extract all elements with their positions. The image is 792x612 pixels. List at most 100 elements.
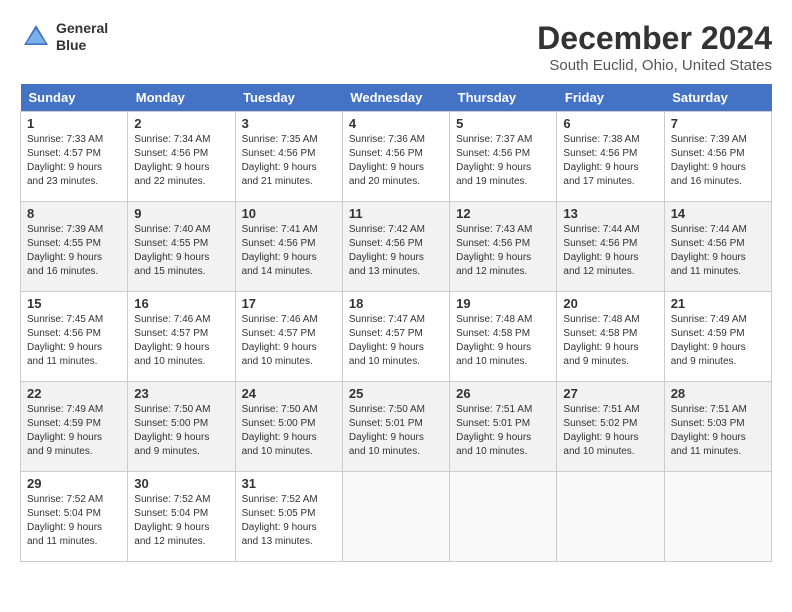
day-info: Sunrise: 7:52 AMSunset: 5:04 PMDaylight:… — [134, 494, 210, 547]
calendar-week-5: 29 Sunrise: 7:52 AMSunset: 5:04 PMDaylig… — [21, 472, 772, 562]
day-info: Sunrise: 7:33 AMSunset: 4:57 PMDaylight:… — [27, 134, 103, 187]
day-number: 20 — [563, 296, 657, 311]
calendar-cell: 8 Sunrise: 7:39 AMSunset: 4:55 PMDayligh… — [21, 202, 128, 292]
calendar-week-3: 15 Sunrise: 7:45 AMSunset: 4:56 PMDaylig… — [21, 292, 772, 382]
day-number: 22 — [27, 386, 121, 401]
calendar-cell — [664, 472, 771, 562]
calendar-cell: 21 Sunrise: 7:49 AMSunset: 4:59 PMDaylig… — [664, 292, 771, 382]
day-info: Sunrise: 7:52 AMSunset: 5:05 PMDaylight:… — [242, 494, 318, 547]
calendar-cell: 17 Sunrise: 7:46 AMSunset: 4:57 PMDaylig… — [235, 292, 342, 382]
day-number: 26 — [456, 386, 550, 401]
logo-text: General Blue — [56, 20, 108, 54]
calendar-cell: 10 Sunrise: 7:41 AMSunset: 4:56 PMDaylig… — [235, 202, 342, 292]
day-info: Sunrise: 7:49 AMSunset: 4:59 PMDaylight:… — [671, 314, 747, 367]
calendar-cell: 7 Sunrise: 7:39 AMSunset: 4:56 PMDayligh… — [664, 112, 771, 202]
day-info: Sunrise: 7:48 AMSunset: 4:58 PMDaylight:… — [456, 314, 532, 367]
day-info: Sunrise: 7:50 AMSunset: 5:00 PMDaylight:… — [242, 404, 318, 457]
header-thursday: Thursday — [450, 84, 557, 112]
calendar-cell: 14 Sunrise: 7:44 AMSunset: 4:56 PMDaylig… — [664, 202, 771, 292]
calendar-cell: 15 Sunrise: 7:45 AMSunset: 4:56 PMDaylig… — [21, 292, 128, 382]
header-monday: Monday — [128, 84, 235, 112]
day-number: 10 — [242, 206, 336, 221]
logo-icon — [20, 21, 52, 53]
calendar-cell: 19 Sunrise: 7:48 AMSunset: 4:58 PMDaylig… — [450, 292, 557, 382]
day-number: 30 — [134, 476, 228, 491]
day-info: Sunrise: 7:50 AMSunset: 5:00 PMDaylight:… — [134, 404, 210, 457]
day-info: Sunrise: 7:39 AMSunset: 4:55 PMDaylight:… — [27, 224, 103, 277]
day-info: Sunrise: 7:50 AMSunset: 5:01 PMDaylight:… — [349, 404, 425, 457]
day-number: 8 — [27, 206, 121, 221]
calendar-cell: 23 Sunrise: 7:50 AMSunset: 5:00 PMDaylig… — [128, 382, 235, 472]
title-section: December 2024 South Euclid, Ohio, United… — [537, 20, 772, 74]
day-info: Sunrise: 7:43 AMSunset: 4:56 PMDaylight:… — [456, 224, 532, 277]
day-info: Sunrise: 7:46 AMSunset: 4:57 PMDaylight:… — [134, 314, 210, 367]
calendar-cell: 26 Sunrise: 7:51 AMSunset: 5:01 PMDaylig… — [450, 382, 557, 472]
day-info: Sunrise: 7:46 AMSunset: 4:57 PMDaylight:… — [242, 314, 318, 367]
calendar-cell: 1 Sunrise: 7:33 AMSunset: 4:57 PMDayligh… — [21, 112, 128, 202]
day-number: 5 — [456, 116, 550, 131]
logo: General Blue — [20, 20, 108, 54]
calendar-cell: 31 Sunrise: 7:52 AMSunset: 5:05 PMDaylig… — [235, 472, 342, 562]
day-number: 31 — [242, 476, 336, 491]
calendar-cell: 20 Sunrise: 7:48 AMSunset: 4:58 PMDaylig… — [557, 292, 664, 382]
day-number: 28 — [671, 386, 765, 401]
calendar-cell: 11 Sunrise: 7:42 AMSunset: 4:56 PMDaylig… — [342, 202, 449, 292]
header-tuesday: Tuesday — [235, 84, 342, 112]
header-sunday: Sunday — [21, 84, 128, 112]
day-info: Sunrise: 7:36 AMSunset: 4:56 PMDaylight:… — [349, 134, 425, 187]
calendar-cell: 18 Sunrise: 7:47 AMSunset: 4:57 PMDaylig… — [342, 292, 449, 382]
day-info: Sunrise: 7:39 AMSunset: 4:56 PMDaylight:… — [671, 134, 747, 187]
day-number: 17 — [242, 296, 336, 311]
calendar-cell: 13 Sunrise: 7:44 AMSunset: 4:56 PMDaylig… — [557, 202, 664, 292]
calendar-subtitle: South Euclid, Ohio, United States — [537, 57, 772, 74]
day-info: Sunrise: 7:51 AMSunset: 5:01 PMDaylight:… — [456, 404, 532, 457]
day-number: 9 — [134, 206, 228, 221]
day-number: 16 — [134, 296, 228, 311]
calendar-title: December 2024 — [537, 20, 772, 57]
calendar-cell: 2 Sunrise: 7:34 AMSunset: 4:56 PMDayligh… — [128, 112, 235, 202]
calendar-cell: 29 Sunrise: 7:52 AMSunset: 5:04 PMDaylig… — [21, 472, 128, 562]
day-info: Sunrise: 7:38 AMSunset: 4:56 PMDaylight:… — [563, 134, 639, 187]
day-number: 2 — [134, 116, 228, 131]
header: General Blue December 2024 South Euclid,… — [20, 20, 772, 74]
day-info: Sunrise: 7:44 AMSunset: 4:56 PMDaylight:… — [671, 224, 747, 277]
calendar-cell: 25 Sunrise: 7:50 AMSunset: 5:01 PMDaylig… — [342, 382, 449, 472]
day-number: 18 — [349, 296, 443, 311]
day-info: Sunrise: 7:49 AMSunset: 4:59 PMDaylight:… — [27, 404, 103, 457]
day-info: Sunrise: 7:35 AMSunset: 4:56 PMDaylight:… — [242, 134, 318, 187]
calendar-cell: 12 Sunrise: 7:43 AMSunset: 4:56 PMDaylig… — [450, 202, 557, 292]
day-info: Sunrise: 7:42 AMSunset: 4:56 PMDaylight:… — [349, 224, 425, 277]
header-friday: Friday — [557, 84, 664, 112]
day-number: 15 — [27, 296, 121, 311]
calendar-table: Sunday Monday Tuesday Wednesday Thursday… — [20, 84, 772, 562]
day-number: 11 — [349, 206, 443, 221]
calendar-cell: 22 Sunrise: 7:49 AMSunset: 4:59 PMDaylig… — [21, 382, 128, 472]
day-number: 12 — [456, 206, 550, 221]
calendar-cell: 5 Sunrise: 7:37 AMSunset: 4:56 PMDayligh… — [450, 112, 557, 202]
day-number: 24 — [242, 386, 336, 401]
day-number: 27 — [563, 386, 657, 401]
header-wednesday: Wednesday — [342, 84, 449, 112]
calendar-cell — [450, 472, 557, 562]
calendar-cell: 16 Sunrise: 7:46 AMSunset: 4:57 PMDaylig… — [128, 292, 235, 382]
day-number: 13 — [563, 206, 657, 221]
day-number: 23 — [134, 386, 228, 401]
calendar-week-2: 8 Sunrise: 7:39 AMSunset: 4:55 PMDayligh… — [21, 202, 772, 292]
day-number: 7 — [671, 116, 765, 131]
calendar-cell — [342, 472, 449, 562]
day-info: Sunrise: 7:51 AMSunset: 5:03 PMDaylight:… — [671, 404, 747, 457]
calendar-cell: 6 Sunrise: 7:38 AMSunset: 4:56 PMDayligh… — [557, 112, 664, 202]
day-info: Sunrise: 7:51 AMSunset: 5:02 PMDaylight:… — [563, 404, 639, 457]
day-info: Sunrise: 7:34 AMSunset: 4:56 PMDaylight:… — [134, 134, 210, 187]
calendar-week-1: 1 Sunrise: 7:33 AMSunset: 4:57 PMDayligh… — [21, 112, 772, 202]
day-number: 6 — [563, 116, 657, 131]
day-info: Sunrise: 7:52 AMSunset: 5:04 PMDaylight:… — [27, 494, 103, 547]
day-info: Sunrise: 7:41 AMSunset: 4:56 PMDaylight:… — [242, 224, 318, 277]
header-saturday: Saturday — [664, 84, 771, 112]
day-info: Sunrise: 7:45 AMSunset: 4:56 PMDaylight:… — [27, 314, 103, 367]
day-info: Sunrise: 7:47 AMSunset: 4:57 PMDaylight:… — [349, 314, 425, 367]
day-number: 21 — [671, 296, 765, 311]
days-header-row: Sunday Monday Tuesday Wednesday Thursday… — [21, 84, 772, 112]
calendar-week-4: 22 Sunrise: 7:49 AMSunset: 4:59 PMDaylig… — [21, 382, 772, 472]
day-number: 1 — [27, 116, 121, 131]
